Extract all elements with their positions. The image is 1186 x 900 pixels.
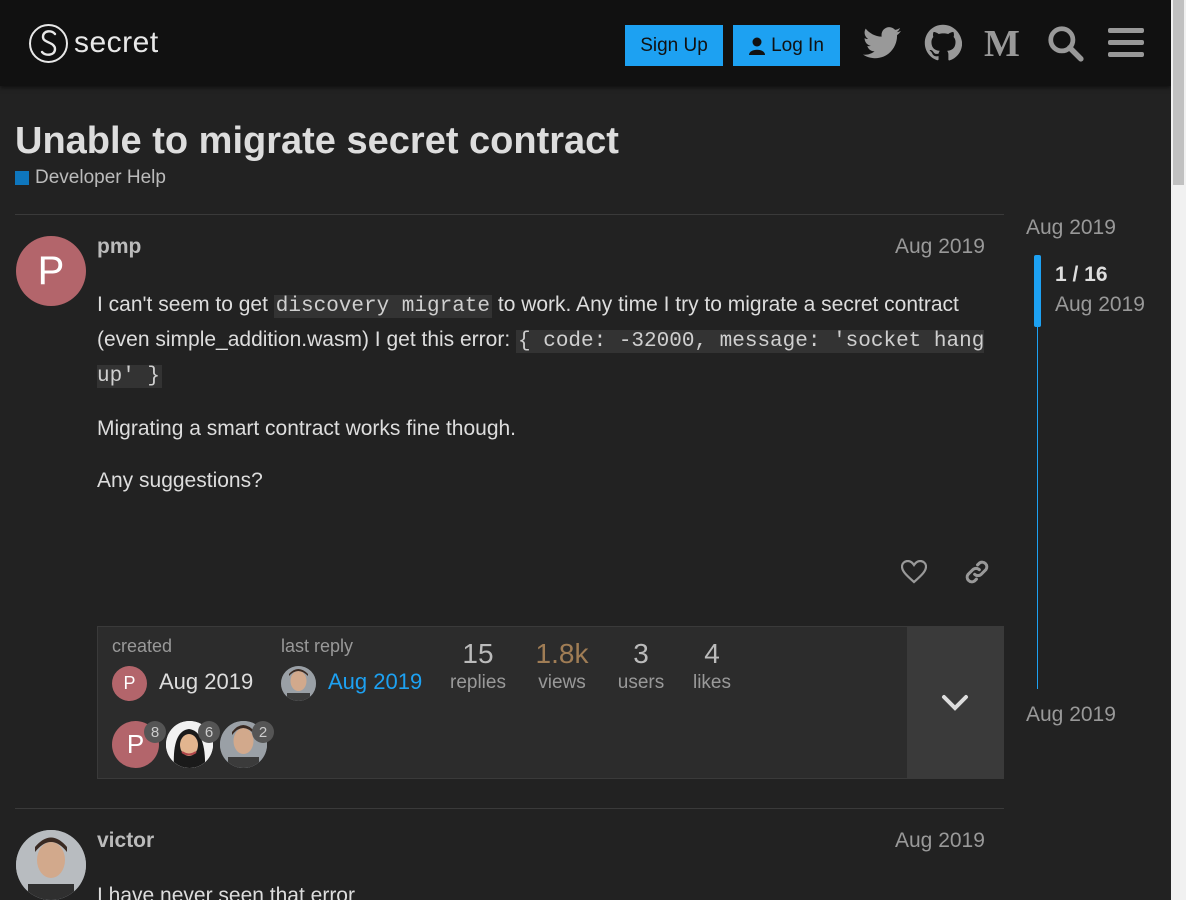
created-label: created: [112, 636, 173, 656]
stat-label: likes: [692, 672, 731, 693]
post-divider: [15, 214, 1004, 215]
secret-logo-icon: [29, 23, 68, 63]
log-in-label: Log In: [771, 34, 824, 56]
timeline-end-date[interactable]: Aug 2019: [1026, 703, 1116, 727]
replies-stat: 15 replies: [450, 636, 506, 694]
post-date[interactable]: Aug 2019: [895, 829, 985, 853]
timeline-start-date[interactable]: Aug 2019: [1026, 216, 1116, 240]
last-reply-date[interactable]: Aug 2019: [328, 669, 422, 695]
stat-value: 15: [462, 638, 494, 669]
medium-icon[interactable]: M: [983, 22, 1025, 64]
post-paragraph: Any suggestions?: [97, 469, 263, 492]
post-date[interactable]: Aug 2019: [895, 235, 985, 259]
post-paragraph: I have never seen that error: [97, 884, 355, 900]
post-divider: [15, 808, 1004, 809]
views-stat: 1.8k views: [533, 636, 591, 694]
post-paragraph: I can't seem to get discovery migrate to…: [97, 288, 997, 393]
twitter-icon[interactable]: [861, 22, 903, 64]
like-heart-icon[interactable]: [894, 552, 934, 592]
log-in-button[interactable]: Log In: [733, 25, 840, 66]
inline-code: discovery migrate: [273, 295, 493, 318]
stat-value: 1.8k: [535, 638, 589, 669]
chevron-down-icon: [942, 694, 968, 711]
logo-text: secret: [74, 26, 159, 59]
expand-topic-map-button[interactable]: [907, 627, 1003, 778]
share-link-icon[interactable]: [957, 552, 997, 592]
post-paragraph: Migrating a smart contract works fine th…: [97, 417, 517, 440]
stat-label: replies: [450, 672, 506, 693]
scrollbar-thumb[interactable]: [1173, 0, 1184, 185]
stat-value: 4: [704, 638, 720, 669]
users-stat: 3 users: [616, 636, 666, 694]
search-icon[interactable]: [1044, 22, 1086, 64]
post-count-badge: 8: [144, 721, 166, 743]
post-username[interactable]: victor: [97, 829, 154, 853]
timeline-post-count: 1 / 16: [1055, 263, 1108, 286]
stat-value: 3: [633, 638, 649, 669]
avatar[interactable]: P: [112, 666, 147, 701]
page-scrollbar[interactable]: [1171, 0, 1186, 900]
post-count-badge: 6: [198, 721, 220, 743]
post-count-badge: 2: [252, 721, 274, 743]
site-header: secret Sign Up Log In M: [0, 0, 1171, 86]
category-badge[interactable]: Developer Help: [15, 167, 166, 189]
post-body: I can't seem to get discovery migrate to…: [97, 288, 997, 516]
sign-up-button[interactable]: Sign Up: [625, 25, 723, 66]
stat-label: users: [617, 672, 665, 693]
avatar[interactable]: [281, 666, 316, 701]
github-icon[interactable]: [922, 22, 964, 64]
timeline-handle[interactable]: [1034, 255, 1041, 327]
stat-label: views: [538, 672, 586, 693]
category-name: Developer Help: [35, 167, 166, 188]
category-color-square: [15, 171, 29, 185]
hamburger-menu-icon[interactable]: [1105, 22, 1147, 64]
last-reply-label: last reply: [281, 636, 354, 656]
post-username[interactable]: pmp: [97, 235, 141, 259]
created-date[interactable]: Aug 2019: [159, 669, 253, 695]
post-text: I can't seem to get: [97, 293, 274, 316]
site-logo[interactable]: secret: [29, 23, 159, 63]
timeline-current-date: Aug 2019: [1055, 293, 1145, 316]
topic-title[interactable]: Unable to migrate secret contract: [15, 120, 619, 163]
likes-stat: 4 likes: [692, 636, 732, 694]
avatar[interactable]: [16, 830, 86, 900]
svg-text:M: M: [984, 26, 1020, 60]
avatar[interactable]: P: [16, 236, 86, 306]
user-icon: [749, 37, 766, 55]
